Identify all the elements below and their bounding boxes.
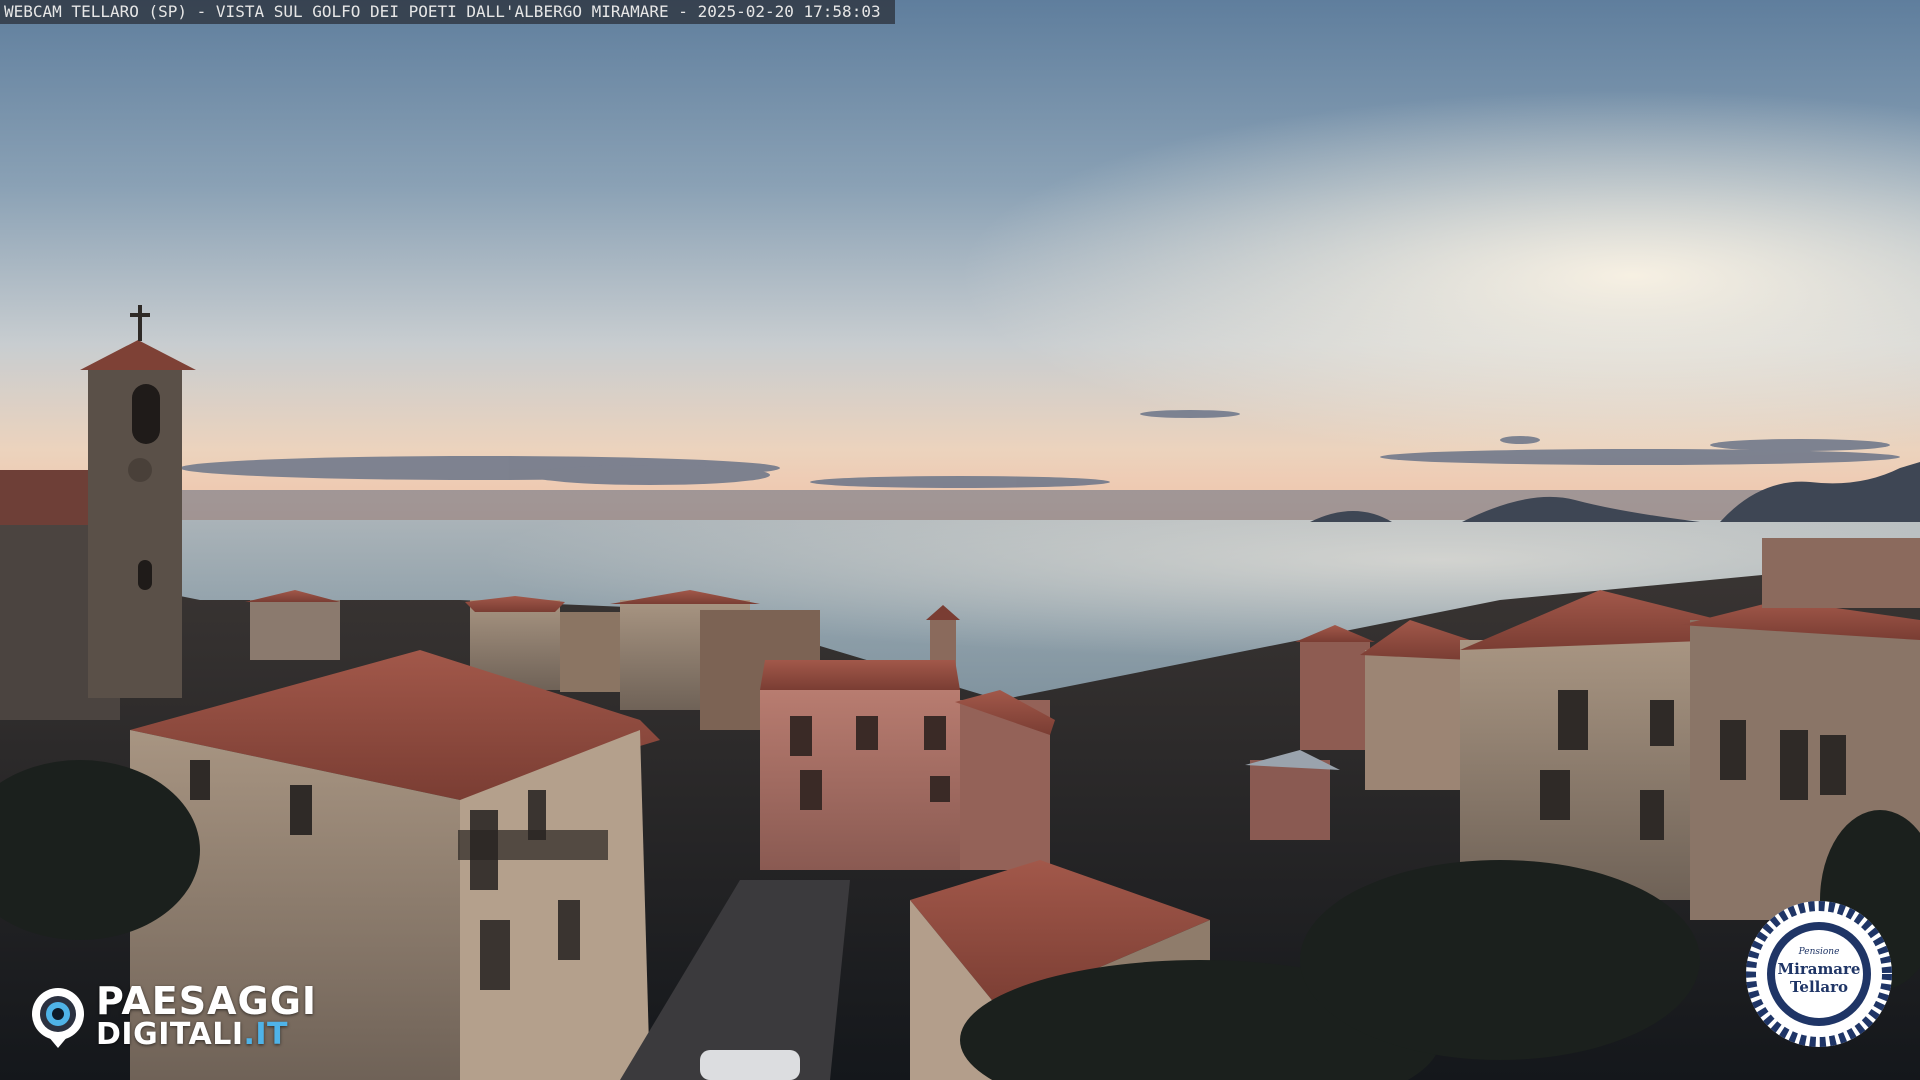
eye-logo-icon bbox=[32, 988, 84, 1048]
badge-name-line1: Miramare bbox=[1778, 960, 1861, 978]
parked-car bbox=[700, 1050, 800, 1080]
logo-suffix-it: .IT bbox=[243, 1017, 289, 1052]
landscape-scene bbox=[0, 0, 1920, 1080]
miramare-tellaro-badge: Pensione Miramare Tellaro bbox=[1746, 901, 1892, 1047]
webcam-frame: WEBCAM TELLARO (SP) - VISTA SUL GOLFO DE… bbox=[0, 0, 1920, 1080]
badge-name-line2: Tellaro bbox=[1790, 978, 1848, 996]
badge-script-line: Pensione bbox=[1798, 947, 1840, 957]
webcam-caption: WEBCAM TELLARO (SP) - VISTA SUL GOLFO DE… bbox=[0, 0, 895, 24]
logo-word-paesaggi: PAESAGGI bbox=[96, 979, 318, 1023]
logo-word-digitali: DIGITALI bbox=[96, 1017, 244, 1052]
